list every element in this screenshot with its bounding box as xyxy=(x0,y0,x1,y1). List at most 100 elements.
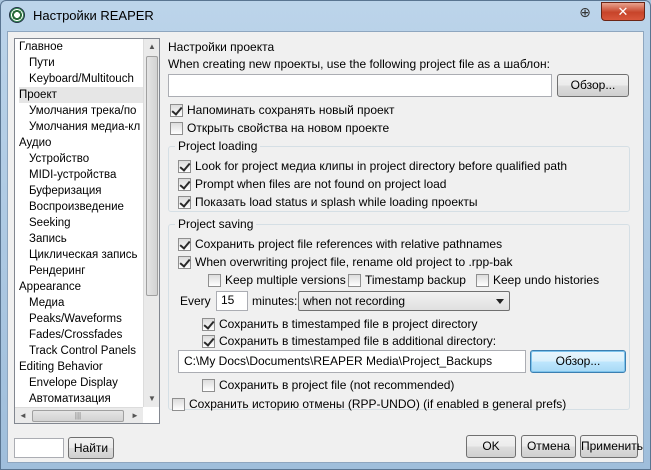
save-project-dir-label: Сохранить в timestamped file в project d… xyxy=(219,317,478,331)
timestamp-backup-box[interactable] xyxy=(348,273,361,287)
backup-path-input[interactable]: C:\My Docs\Documents\REAPER Media\Projec… xyxy=(178,350,526,373)
dialog-client-area: Главное Пути Keyboard/Multitouch Проект Умол… xyxy=(7,31,644,463)
keep-multiple-checkbox[interactable]: Keep multiple versions xyxy=(208,272,346,288)
prompt-missing-label: Prompt when files are not found on proje… xyxy=(195,177,447,191)
look-media-checkbox[interactable]: Look for project медиа клипы in project … xyxy=(178,158,567,174)
save-additional-dir-checkbox[interactable]: Сохранить в timestamped file в additiona… xyxy=(202,333,496,349)
look-media-label: Look for project медиа клипы in project … xyxy=(195,159,568,173)
section-title: Настройки проекта xyxy=(168,40,275,54)
tree-item[interactable]: Track Control Panels xyxy=(29,343,143,359)
scroll-left-arrow-icon[interactable]: ◄ xyxy=(15,408,31,423)
relative-paths-box[interactable] xyxy=(178,237,191,251)
cancel-button[interactable]: Отмена xyxy=(521,435,576,458)
save-in-project-file-checkbox[interactable]: Сохранить в project file (not recommende… xyxy=(202,377,454,393)
scroll-right-arrow-icon[interactable]: ► xyxy=(127,408,143,423)
autosave-mode-select[interactable]: when not recording xyxy=(298,291,510,311)
keep-undo-checkbox[interactable]: Keep undo histories xyxy=(476,272,599,288)
tree-item[interactable]: Appearance xyxy=(19,279,143,295)
tree-item[interactable]: Аудио xyxy=(19,135,143,151)
tree-item[interactable]: Keyboard/Multitouch xyxy=(29,71,143,87)
find-button[interactable]: Найти xyxy=(68,437,114,459)
show-load-status-label: Показать load status и splash while load… xyxy=(195,195,478,209)
title-bar[interactable]: Настройки REAPER ⊕ ✕ xyxy=(1,1,650,31)
template-label: When creating new проекты, use the follo… xyxy=(168,57,550,71)
relative-paths-checkbox[interactable]: Сохранить project file references with r… xyxy=(178,236,502,252)
remind-save-checkbox[interactable]: Напоминать сохранять новый проект xyxy=(170,102,395,118)
save-in-project-file-box[interactable] xyxy=(202,378,215,392)
settings-tree[interactable]: Главное Пути Keyboard/Multitouch Проект Умол… xyxy=(14,38,160,424)
tree-vertical-scroll-thumb[interactable] xyxy=(146,56,158,296)
reaper-app-icon xyxy=(9,7,25,23)
prompt-missing-checkbox[interactable]: Prompt when files are not found on proje… xyxy=(178,176,446,192)
keep-undo-box[interactable] xyxy=(476,273,489,287)
remind-save-label: Напоминать сохранять новый проект xyxy=(187,103,395,117)
tree-vertical-scrollbar[interactable]: ▲ ▼ xyxy=(143,39,159,407)
rename-bak-box[interactable] xyxy=(178,255,191,269)
tree-item[interactable]: Запись xyxy=(29,231,143,247)
save-in-project-file-label: Сохранить в project file (not recommende… xyxy=(219,378,455,392)
template-path-input[interactable] xyxy=(168,74,552,97)
undo-history-checkbox[interactable]: Сохранить историю отмены (RPP-UNDO) (if … xyxy=(172,396,566,412)
pin-icon[interactable]: ⊕ xyxy=(576,3,594,21)
tree-item[interactable]: Медиа xyxy=(29,295,143,311)
save-project-dir-box[interactable] xyxy=(202,317,215,331)
tree-item[interactable]: Циклическая запись xyxy=(29,247,143,263)
project-settings-pane: Настройки проекта When creating new прое… xyxy=(164,32,642,432)
ok-button[interactable]: OK xyxy=(466,435,516,458)
tree-item[interactable]: Устройство xyxy=(29,151,143,167)
timestamp-backup-label: Timestamp backup xyxy=(365,273,466,287)
close-button[interactable]: ✕ xyxy=(601,2,645,21)
tree-item[interactable]: Рендеринг xyxy=(29,263,143,279)
save-project-dir-checkbox[interactable]: Сохранить в timestamped file в project d… xyxy=(202,316,477,332)
rename-bak-label: When overwriting project file, rename ol… xyxy=(195,255,513,269)
tree-item[interactable]: Проект xyxy=(19,87,143,103)
tree-item[interactable]: Буферизация xyxy=(29,183,143,199)
show-load-status-checkbox[interactable]: Показать load status и splash while load… xyxy=(178,194,478,210)
tree-horizontal-scrollbar[interactable]: ◄ ||| ► xyxy=(15,407,143,423)
open-properties-box[interactable] xyxy=(170,121,183,135)
tree-item[interactable]: Пути xyxy=(29,55,143,71)
chevron-down-icon xyxy=(496,299,504,304)
timestamp-backup-checkbox[interactable]: Timestamp backup xyxy=(348,272,466,288)
every-label: Every xyxy=(180,294,211,308)
save-additional-dir-box[interactable] xyxy=(202,334,215,348)
tree-item[interactable]: Peaks/Waveforms xyxy=(29,311,143,327)
tree-item[interactable]: Умолчания медиа-кл xyxy=(29,119,143,135)
undo-history-label: Сохранить историю отмены (RPP-UNDO) (if … xyxy=(189,397,567,411)
relative-paths-label: Сохранить project file references with r… xyxy=(195,237,503,251)
keep-multiple-box[interactable] xyxy=(208,273,221,287)
tree-item[interactable]: Воспроизведение xyxy=(29,199,143,215)
minutes-label: minutes: xyxy=(252,294,298,308)
autosave-interval-input[interactable]: 15 xyxy=(216,291,248,311)
backup-browse-button[interactable]: Обзор... xyxy=(530,350,626,373)
scroll-down-arrow-icon[interactable]: ▼ xyxy=(144,391,159,407)
keep-multiple-label: Keep multiple versions xyxy=(225,273,346,287)
save-additional-dir-label: Сохранить в timestamped file в additiona… xyxy=(219,334,497,348)
keep-undo-label: Keep undo histories xyxy=(493,273,600,287)
prompt-missing-box[interactable] xyxy=(178,177,191,191)
search-input[interactable] xyxy=(14,438,64,458)
rename-bak-checkbox[interactable]: When overwriting project file, rename ol… xyxy=(178,254,512,270)
remind-save-box[interactable] xyxy=(170,103,183,117)
window-title: Настройки REAPER xyxy=(33,8,154,23)
undo-history-box[interactable] xyxy=(172,397,185,411)
tree-item[interactable]: Автоматизация xyxy=(29,391,143,407)
tree-item[interactable]: Главное xyxy=(19,39,143,55)
apply-button[interactable]: Применить xyxy=(580,435,643,458)
template-browse-button[interactable]: Обзор... xyxy=(557,74,629,97)
tree-item[interactable]: Умолчания трека/по xyxy=(29,103,143,119)
tree-horizontal-scroll-thumb[interactable]: ||| xyxy=(32,410,124,422)
open-properties-checkbox[interactable]: Открыть свойства на новом проекте xyxy=(170,120,389,136)
tree-item[interactable]: MIDI-устройства xyxy=(29,167,143,183)
tree-item[interactable]: Fades/Crossfades xyxy=(29,327,143,343)
project-loading-title: Project loading xyxy=(175,139,261,153)
show-load-status-box[interactable] xyxy=(178,195,191,209)
look-media-box[interactable] xyxy=(178,159,191,173)
tree-item[interactable]: Seeking xyxy=(29,215,143,231)
scroll-up-arrow-icon[interactable]: ▲ xyxy=(144,39,159,55)
project-saving-title: Project saving xyxy=(175,217,257,231)
autosave-mode-value: when not recording xyxy=(303,294,406,308)
tree-item[interactable]: Editing Behavior xyxy=(19,359,143,375)
tree-item[interactable]: Envelope Display xyxy=(29,375,143,391)
settings-tree-list: Главное Пути Keyboard/Multitouch Проект Умол… xyxy=(15,39,143,407)
